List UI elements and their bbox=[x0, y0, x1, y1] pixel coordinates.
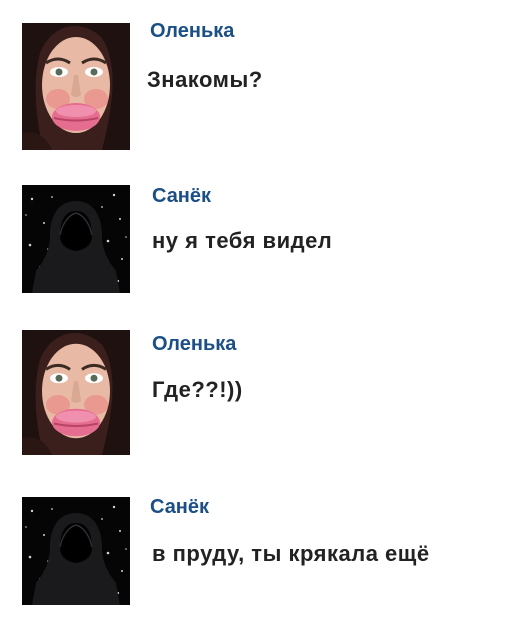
avatar[interactable] bbox=[22, 185, 130, 293]
woman-avatar-image bbox=[22, 330, 130, 455]
message-text: Где??!)) bbox=[152, 377, 243, 402]
hooded-figure-avatar-image bbox=[22, 185, 130, 293]
author-name[interactable]: Санёк bbox=[152, 185, 211, 208]
author-name[interactable]: Санёк bbox=[150, 496, 209, 519]
hooded-figure-avatar-image bbox=[22, 497, 130, 605]
avatar[interactable] bbox=[22, 23, 130, 150]
message-text: ну я тебя видел bbox=[152, 228, 333, 253]
avatar[interactable] bbox=[22, 497, 130, 605]
avatar[interactable] bbox=[22, 330, 130, 455]
message-text: в пруду, ты крякала ещё bbox=[152, 541, 430, 566]
message-text: Знакомы? bbox=[147, 67, 263, 92]
author-name[interactable]: Оленька bbox=[150, 20, 234, 43]
woman-avatar-image bbox=[22, 23, 130, 150]
author-name[interactable]: Оленька bbox=[152, 333, 236, 356]
